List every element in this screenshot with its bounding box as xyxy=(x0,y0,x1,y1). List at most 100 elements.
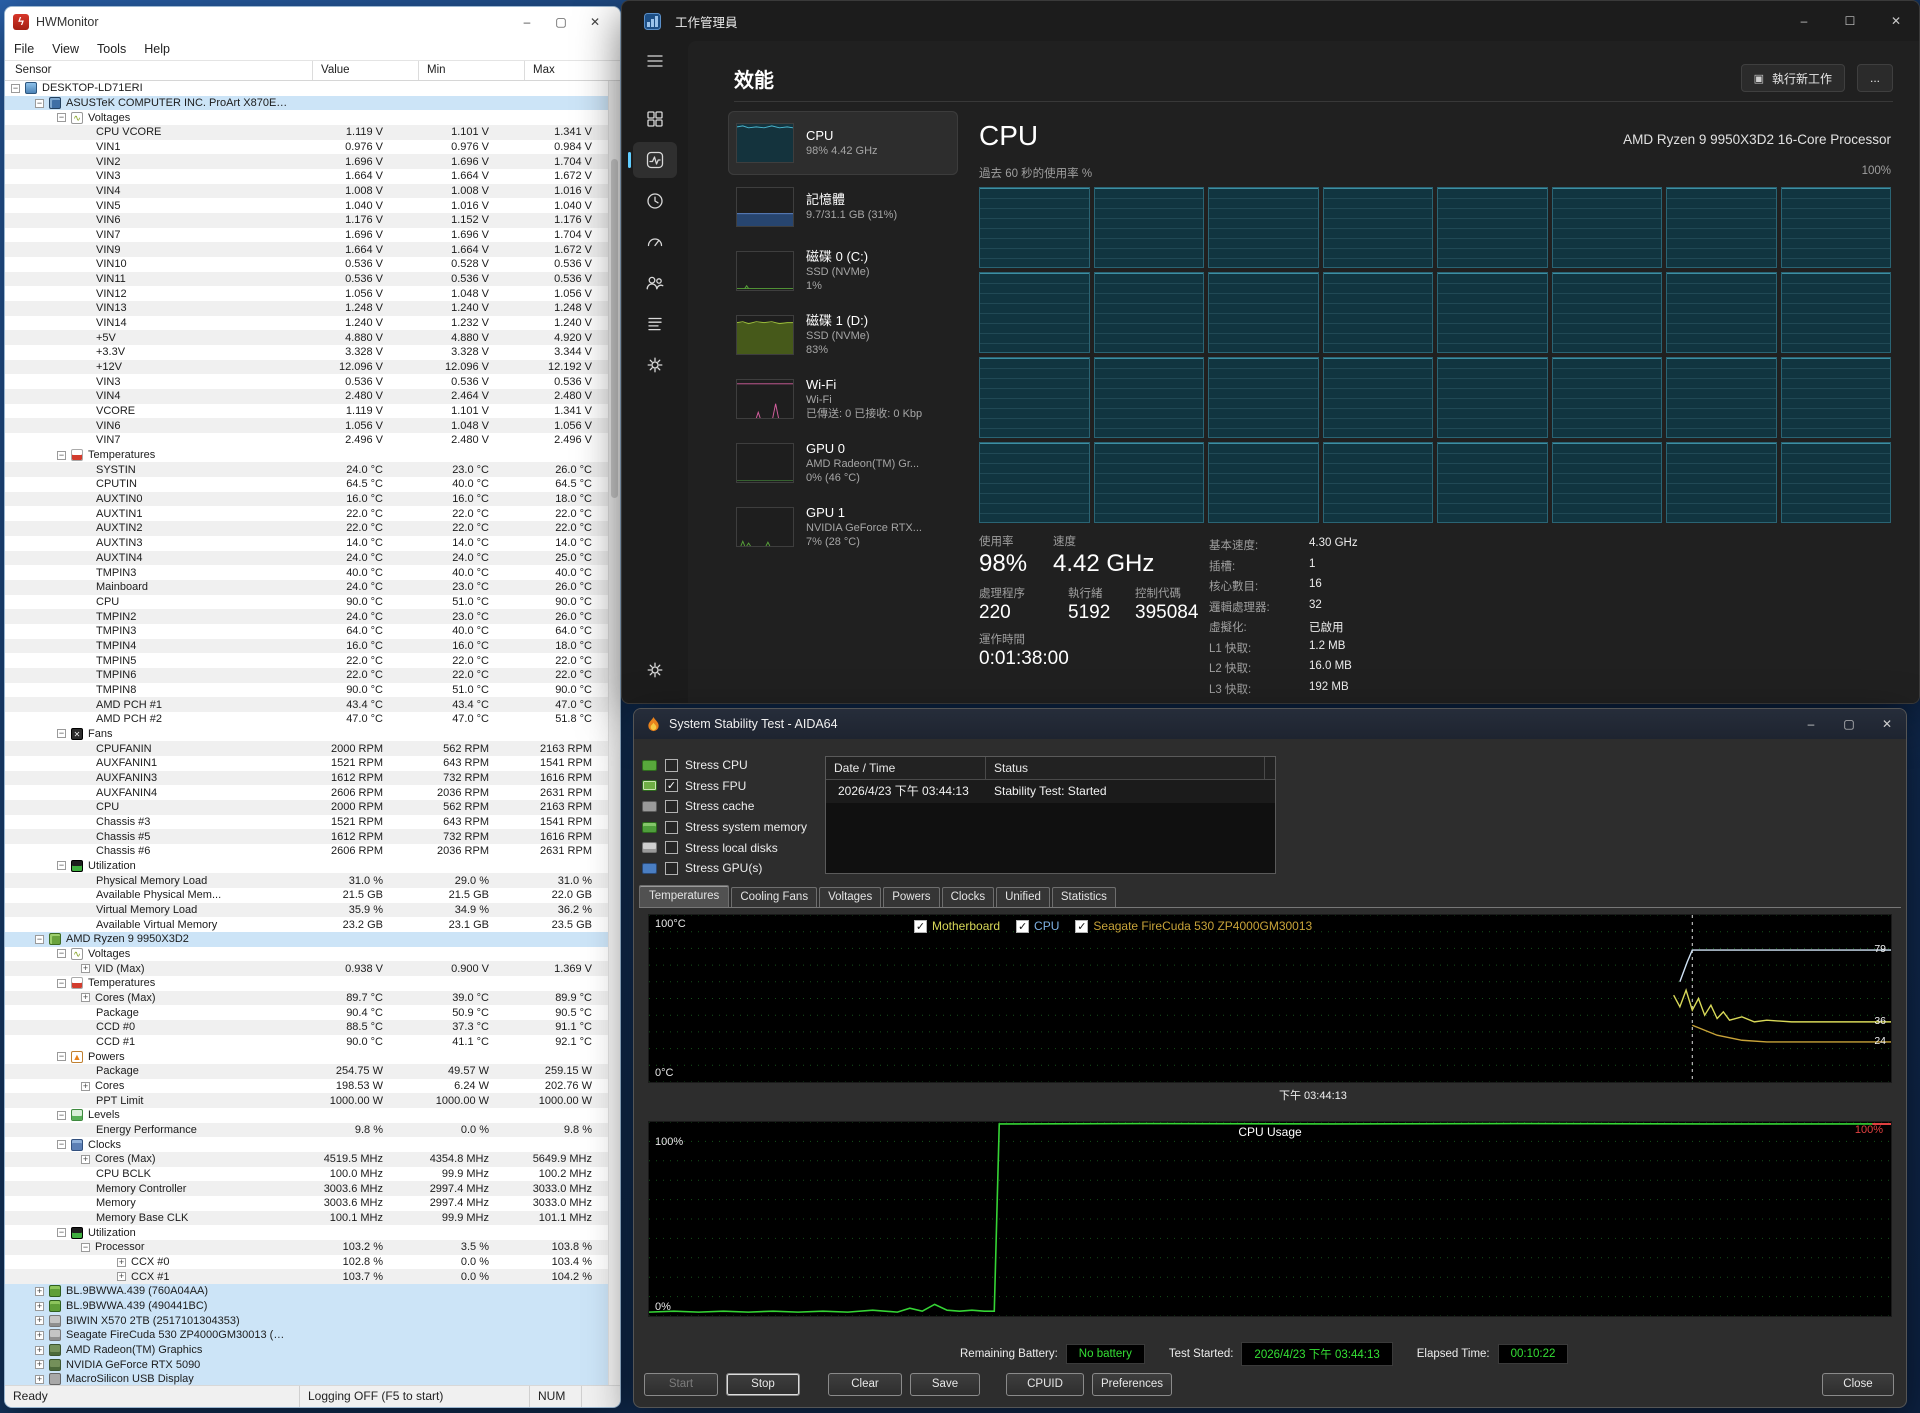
sensor-row[interactable]: +MacroSilicon USB Display xyxy=(5,1372,608,1385)
collapse-icon[interactable]: − xyxy=(57,1111,66,1120)
sensor-row[interactable]: Available Physical Mem...21.5 GB21.5 GB2… xyxy=(5,888,608,903)
sensor-row[interactable]: CPU BCLK100.0 MHz99.9 MHz100.2 MHz xyxy=(5,1167,608,1182)
sensor-row[interactable]: VIN61.176 V1.152 V1.176 V xyxy=(5,213,608,228)
collapse-icon[interactable]: − xyxy=(57,113,66,122)
sensor-row[interactable]: +BL.9BWWA.439 (490441BC) xyxy=(5,1299,608,1314)
sensor-row[interactable]: VCORE1.119 V1.101 V1.341 V xyxy=(5,404,608,419)
checkbox-unchecked[interactable] xyxy=(665,800,678,813)
sidebar-item-app-history[interactable] xyxy=(633,183,677,219)
sensor-row[interactable]: +5V4.880 V4.880 V4.920 V xyxy=(5,330,608,345)
start-button[interactable]: Start xyxy=(644,1373,718,1396)
collapse-icon[interactable]: − xyxy=(57,979,66,988)
sensor-row[interactable]: AUXTIN424.0 °C24.0 °C25.0 °C xyxy=(5,551,608,566)
maximize-button[interactable]: ▢ xyxy=(544,8,578,36)
tab-powers[interactable]: Powers xyxy=(883,887,939,907)
clear-button[interactable]: Clear xyxy=(828,1373,902,1396)
sensor-row[interactable]: AMD PCH #247.0 °C47.0 °C51.8 °C xyxy=(5,712,608,727)
sensor-row[interactable]: VIN71.696 V1.696 V1.704 V xyxy=(5,228,608,243)
log-column-status[interactable]: Status xyxy=(986,757,1265,779)
expand-icon[interactable]: + xyxy=(81,964,90,973)
sensor-row[interactable]: PPT Limit1000.00 W1000.00 W1000.00 W xyxy=(5,1093,608,1108)
menu-item-help[interactable]: Help xyxy=(135,42,179,56)
maximize-button[interactable]: ▢ xyxy=(1830,710,1868,738)
expand-icon[interactable]: + xyxy=(35,1287,44,1296)
checkbox-unchecked[interactable] xyxy=(665,821,678,834)
collapse-icon[interactable]: − xyxy=(57,451,66,460)
sensor-row[interactable]: −ASUSTeK COMPUTER INC. ProArt X870E-CREA… xyxy=(5,96,608,111)
sensor-row[interactable]: VIN100.536 V0.528 V0.536 V xyxy=(5,257,608,272)
expand-icon[interactable]: + xyxy=(35,1346,44,1355)
sensor-row[interactable]: VIN72.496 V2.480 V2.496 V xyxy=(5,433,608,448)
column-max[interactable]: Max xyxy=(525,61,620,80)
sensor-row[interactable]: TMPIN340.0 °C40.0 °C40.0 °C xyxy=(5,565,608,580)
collapse-icon[interactable]: − xyxy=(57,1140,66,1149)
sensor-row[interactable]: −Clocks xyxy=(5,1137,608,1152)
expand-icon[interactable]: + xyxy=(35,1316,44,1325)
sensor-row[interactable]: CPUFANIN2000 RPM562 RPM2163 RPM xyxy=(5,741,608,756)
sensor-row[interactable]: VIN10.976 V0.976 V0.984 V xyxy=(5,140,608,155)
sensor-row[interactable]: VIN91.664 V1.664 V1.672 V xyxy=(5,242,608,257)
sensor-row[interactable]: AUXFANIN31612 RPM732 RPM1616 RPM xyxy=(5,771,608,786)
close-button[interactable]: ✕ xyxy=(578,8,612,36)
checkbox-checked[interactable]: ✓ xyxy=(665,779,678,792)
perf-item-disk0[interactable]: 磁碟 0 (C:)SSD (NVMe)1% xyxy=(728,239,958,303)
column-value[interactable]: Value xyxy=(313,61,419,80)
minimize-button[interactable]: – xyxy=(1792,710,1830,738)
sidebar-item-startup-apps[interactable] xyxy=(633,224,677,260)
sensor-row[interactable]: +BIWIN X570 2TB (2517101304353) xyxy=(5,1313,608,1328)
sensor-row[interactable]: Memory Base CLK100.1 MHz99.9 MHz101.1 MH… xyxy=(5,1211,608,1226)
sensor-row[interactable]: +Cores (Max)4519.5 MHz4354.8 MHz5649.9 M… xyxy=(5,1152,608,1167)
sensor-row[interactable]: TMPIN622.0 °C22.0 °C22.0 °C xyxy=(5,668,608,683)
more-options-button[interactable]: ... xyxy=(1857,64,1893,92)
perf-item-disk1[interactable]: 磁碟 1 (D:)SSD (NVMe)83% xyxy=(728,303,958,367)
sensor-row[interactable]: Memory Controller3003.6 MHz2997.4 MHz303… xyxy=(5,1181,608,1196)
checkbox-checked[interactable]: ✓ xyxy=(914,920,927,933)
vertical-scrollbar[interactable] xyxy=(608,81,620,1385)
sensor-row[interactable]: +CCX #1103.7 %0.0 %104.2 % xyxy=(5,1269,608,1284)
sidebar-item-performance[interactable] xyxy=(633,142,677,178)
expand-icon[interactable]: + xyxy=(35,1302,44,1311)
column-min[interactable]: Min xyxy=(419,61,525,80)
sensor-row[interactable]: AMD PCH #143.4 °C43.4 °C47.0 °C xyxy=(5,697,608,712)
perf-item-wifi[interactable]: Wi-FiWi-Fi已傳送: 0 已接收: 0 Kbp xyxy=(728,367,958,431)
sensor-row[interactable]: −Voltages xyxy=(5,947,608,962)
minimize-button[interactable]: – xyxy=(1781,2,1827,40)
sensor-row[interactable]: AUXFANIN42606 RPM2036 RPM2631 RPM xyxy=(5,785,608,800)
sensor-row[interactable]: +NVIDIA GeForce RTX 5090 xyxy=(5,1357,608,1372)
sensor-row[interactable]: −Fans xyxy=(5,727,608,742)
sensor-row[interactable]: VIN61.056 V1.048 V1.056 V xyxy=(5,418,608,433)
sidebar-item-menu-hamburger[interactable] xyxy=(633,43,677,79)
perf-item-gpu0[interactable]: GPU 0AMD Radeon(TM) Gr...0% (46 °C) xyxy=(728,431,958,495)
sensor-row[interactable]: Virtual Memory Load35.9 %34.9 %36.2 % xyxy=(5,903,608,918)
close-button[interactable]: Close xyxy=(1822,1373,1894,1396)
sidebar-item-users[interactable] xyxy=(633,265,677,301)
expand-icon[interactable]: + xyxy=(35,1375,44,1384)
checkbox-unchecked[interactable] xyxy=(665,841,678,854)
sensor-row[interactable]: +Seagate FireCuda 530 ZP4000GM30013 (7VS… xyxy=(5,1328,608,1343)
expand-icon[interactable]: + xyxy=(35,1331,44,1340)
sidebar-item-services[interactable] xyxy=(633,347,677,383)
collapse-icon[interactable]: − xyxy=(57,949,66,958)
sensor-row[interactable]: −Levels xyxy=(5,1108,608,1123)
sensor-row[interactable]: VIN31.664 V1.664 V1.672 V xyxy=(5,169,608,184)
sensor-row[interactable]: VIN42.480 V2.464 V2.480 V xyxy=(5,389,608,404)
sensor-row[interactable]: Available Virtual Memory23.2 GB23.1 GB23… xyxy=(5,917,608,932)
sensor-row[interactable]: AUXTIN314.0 °C14.0 °C14.0 °C xyxy=(5,536,608,551)
sensor-row[interactable]: +3.3V3.328 V3.328 V3.344 V xyxy=(5,345,608,360)
column-sensor[interactable]: Sensor xyxy=(5,61,313,80)
sidebar-item-processes[interactable] xyxy=(633,101,677,137)
expand-icon[interactable]: + xyxy=(81,1155,90,1164)
sensor-row[interactable]: +Cores198.53 W6.24 W202.76 W xyxy=(5,1079,608,1094)
cpuid-button[interactable]: CPUID xyxy=(1006,1373,1084,1396)
sensor-row[interactable]: Energy Performance9.8 %0.0 %9.8 % xyxy=(5,1123,608,1138)
collapse-icon[interactable]: − xyxy=(57,1228,66,1237)
sensor-row[interactable]: VIN41.008 V1.008 V1.016 V xyxy=(5,184,608,199)
sensor-row[interactable]: VIN131.248 V1.240 V1.248 V xyxy=(5,301,608,316)
collapse-icon[interactable]: − xyxy=(57,861,66,870)
run-new-task-button[interactable]: ▣ 執行新工作 xyxy=(1741,64,1845,92)
log-column-datetime[interactable]: Date / Time xyxy=(826,757,986,779)
sensor-row[interactable]: CCD #190.0 °C41.1 °C92.1 °C xyxy=(5,1035,608,1050)
collapse-icon[interactable]: − xyxy=(11,84,20,93)
tab-unified[interactable]: Unified xyxy=(996,887,1050,907)
minimize-button[interactable]: – xyxy=(510,8,544,36)
